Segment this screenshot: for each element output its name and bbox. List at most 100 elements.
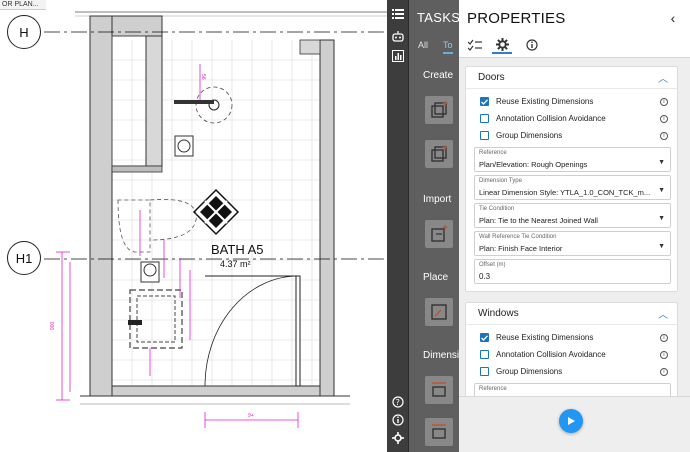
windows-reuse-dimensions-checkbox[interactable] <box>480 333 489 342</box>
place-tool-tile[interactable] <box>425 298 453 326</box>
svg-text:56: 56 <box>200 74 206 80</box>
dimension-tool-tile-1[interactable] <box>425 376 453 404</box>
doors-reuse-dimensions-label: Reuse Existing Dimensions <box>496 97 594 106</box>
info-icon[interactable]: i <box>660 367 668 376</box>
room-name-tag[interactable]: BATH A5 <box>211 242 264 257</box>
chevron-up-icon[interactable]: ︿ <box>658 70 668 85</box>
tab-settings[interactable] <box>492 36 512 54</box>
info-icon[interactable]: i <box>660 97 668 106</box>
doors-tie-condition-select[interactable]: Tie Condition Plan: Tie to the Nearest J… <box>474 203 671 228</box>
windows-group-dimensions-checkbox[interactable] <box>480 367 489 376</box>
list-icon[interactable] <box>390 6 406 22</box>
chevron-up-icon[interactable]: ︿ <box>658 306 668 321</box>
tab-checklist[interactable] <box>465 36 485 54</box>
caret-down-icon: ▼ <box>658 243 665 250</box>
properties-header: PROPERTIES ‹ <box>459 0 690 58</box>
windows-collision-avoidance-row[interactable]: Annotation Collision Avoidance i <box>466 346 677 363</box>
windows-group-dimensions-row[interactable]: Group Dimensions i <box>466 363 677 380</box>
drawing-canvas[interactable]: OR PLAN... 900 9+ 56 H H1 BATH A5 4.37 m… <box>0 0 387 452</box>
place-icon <box>431 304 447 320</box>
doors-wall-reference-label: Wall Reference Tie Condition <box>479 234 557 240</box>
tasks-section-dimensions: Dimensi <box>423 350 459 361</box>
doors-title: Doors <box>478 72 505 83</box>
doors-reuse-dimensions-row[interactable]: Reuse Existing Dimensions i <box>466 93 677 110</box>
properties-title: PROPERTIES <box>467 10 566 27</box>
tasks-section-place: Place <box>423 272 449 283</box>
doors-card-header[interactable]: Doors ︿ <box>466 67 677 89</box>
windows-card-header[interactable]: Windows ︿ <box>466 303 677 325</box>
doors-offset-label: Offset (m) <box>479 262 506 268</box>
gear-icon[interactable] <box>390 430 406 446</box>
help-icon[interactable]: ? <box>390 394 406 410</box>
robot-icon[interactable] <box>390 28 406 44</box>
grid-bubble-h[interactable]: H <box>7 15 41 49</box>
dimension-icon <box>432 382 446 397</box>
doors-dimension-type-select[interactable]: Dimension Type Linear Dimension Style: Y… <box>474 175 671 200</box>
run-button[interactable] <box>559 409 583 433</box>
dimension-window-icon <box>432 424 446 439</box>
doors-offset-value[interactable]: 0.3 <box>479 272 490 281</box>
chart-icon[interactable] <box>390 48 406 64</box>
info-circle-icon <box>526 39 538 51</box>
doors-collision-avoidance-checkbox[interactable] <box>480 114 489 123</box>
doors-reference-label: Reference <box>479 150 507 156</box>
check-icon <box>481 334 488 341</box>
doors-collision-avoidance-row[interactable]: Annotation Collision Avoidance i <box>466 110 677 127</box>
tasks-tab-all[interactable]: All <box>418 40 428 50</box>
create-tool-tile-2[interactable] <box>425 140 453 168</box>
room-area-tag: 4.37 m² <box>220 259 251 269</box>
windows-reuse-dimensions-label: Reuse Existing Dimensions <box>496 333 594 342</box>
tasks-tab-tools[interactable]: To <box>443 40 453 54</box>
doors-card: Doors ︿ Reuse Existing Dimensions i Anno… <box>465 66 678 292</box>
caret-down-icon: ▼ <box>658 187 665 194</box>
tab-info[interactable] <box>522 36 542 54</box>
play-icon <box>568 417 575 425</box>
info-icon[interactable]: i <box>660 114 668 123</box>
properties-panel: PROPERTIES ‹ Doors ︿ Reuse Existing Dime… <box>459 0 690 452</box>
doors-collision-avoidance-label: Annotation Collision Avoidance <box>496 114 606 123</box>
tasks-panel: TASKS All To Create Import Place Dimensi <box>409 0 459 452</box>
tasks-section-create: Create <box>423 70 454 81</box>
windows-collision-avoidance-label: Annotation Collision Avoidance <box>496 350 606 359</box>
icon-rail: ? <box>387 0 409 452</box>
windows-collision-avoidance-checkbox[interactable] <box>480 350 489 359</box>
tasks-section-import: Import <box>423 194 452 205</box>
info-icon[interactable] <box>390 412 406 428</box>
gear-icon <box>495 37 509 51</box>
doors-tie-condition-label: Tie Condition <box>479 206 515 212</box>
checklist-icon <box>468 39 482 51</box>
doors-group-dimensions-checkbox[interactable] <box>480 131 489 140</box>
app-window: OR PLAN... 900 9+ 56 H H1 BATH A5 4.37 m… <box>0 0 690 452</box>
windows-reuse-dimensions-row[interactable]: Reuse Existing Dimensions i <box>466 329 677 346</box>
svg-text:?: ? <box>396 398 400 407</box>
doors-group-dimensions-label: Group Dimensions <box>496 131 563 140</box>
dimension-tool-tile-2[interactable] <box>425 418 453 446</box>
floor-plan: 900 9+ 56 <box>44 11 387 428</box>
import-icon <box>431 225 448 242</box>
svg-text:9+: 9+ <box>248 413 254 419</box>
windows-group-dimensions-label: Group Dimensions <box>496 367 563 376</box>
create-tool-tile-1[interactable] <box>425 96 453 124</box>
properties-scroll-area[interactable]: Doors ︿ Reuse Existing Dimensions i Anno… <box>459 58 690 396</box>
doors-wall-reference-value: Plan: Finish Face Interior <box>479 244 563 253</box>
doors-group-dimensions-row[interactable]: Group Dimensions i <box>466 127 677 144</box>
doors-dimension-type-value: Linear Dimension Style: YTLA_1.0_CON_TCK… <box>479 188 651 197</box>
check-icon <box>481 98 488 105</box>
windows-reference-label: Reference <box>479 386 507 392</box>
caret-down-icon: ▼ <box>658 159 665 166</box>
import-tool-tile[interactable] <box>425 220 453 248</box>
windows-card: Windows ︿ Reuse Existing Dimensions i An… <box>465 302 678 396</box>
doors-wall-reference-select[interactable]: Wall Reference Tie Condition Plan: Finis… <box>474 231 671 256</box>
doors-dimension-type-label: Dimension Type <box>479 178 522 184</box>
info-icon[interactable]: i <box>660 333 668 342</box>
caret-down-icon: ▼ <box>658 215 665 222</box>
create-area-icon <box>431 145 448 162</box>
grid-bubble-h1[interactable]: H1 <box>7 241 41 275</box>
doors-reference-select[interactable]: Reference Plan/Elevation: Rough Openings… <box>474 147 671 172</box>
collapse-panel-button[interactable]: ‹ <box>666 10 680 26</box>
windows-reference-select[interactable]: Reference <box>474 383 671 396</box>
info-icon[interactable]: i <box>660 131 668 140</box>
info-icon[interactable]: i <box>660 350 668 359</box>
doors-reuse-dimensions-checkbox[interactable] <box>480 97 489 106</box>
doors-offset-input[interactable]: Offset (m) 0.3 <box>474 259 671 284</box>
